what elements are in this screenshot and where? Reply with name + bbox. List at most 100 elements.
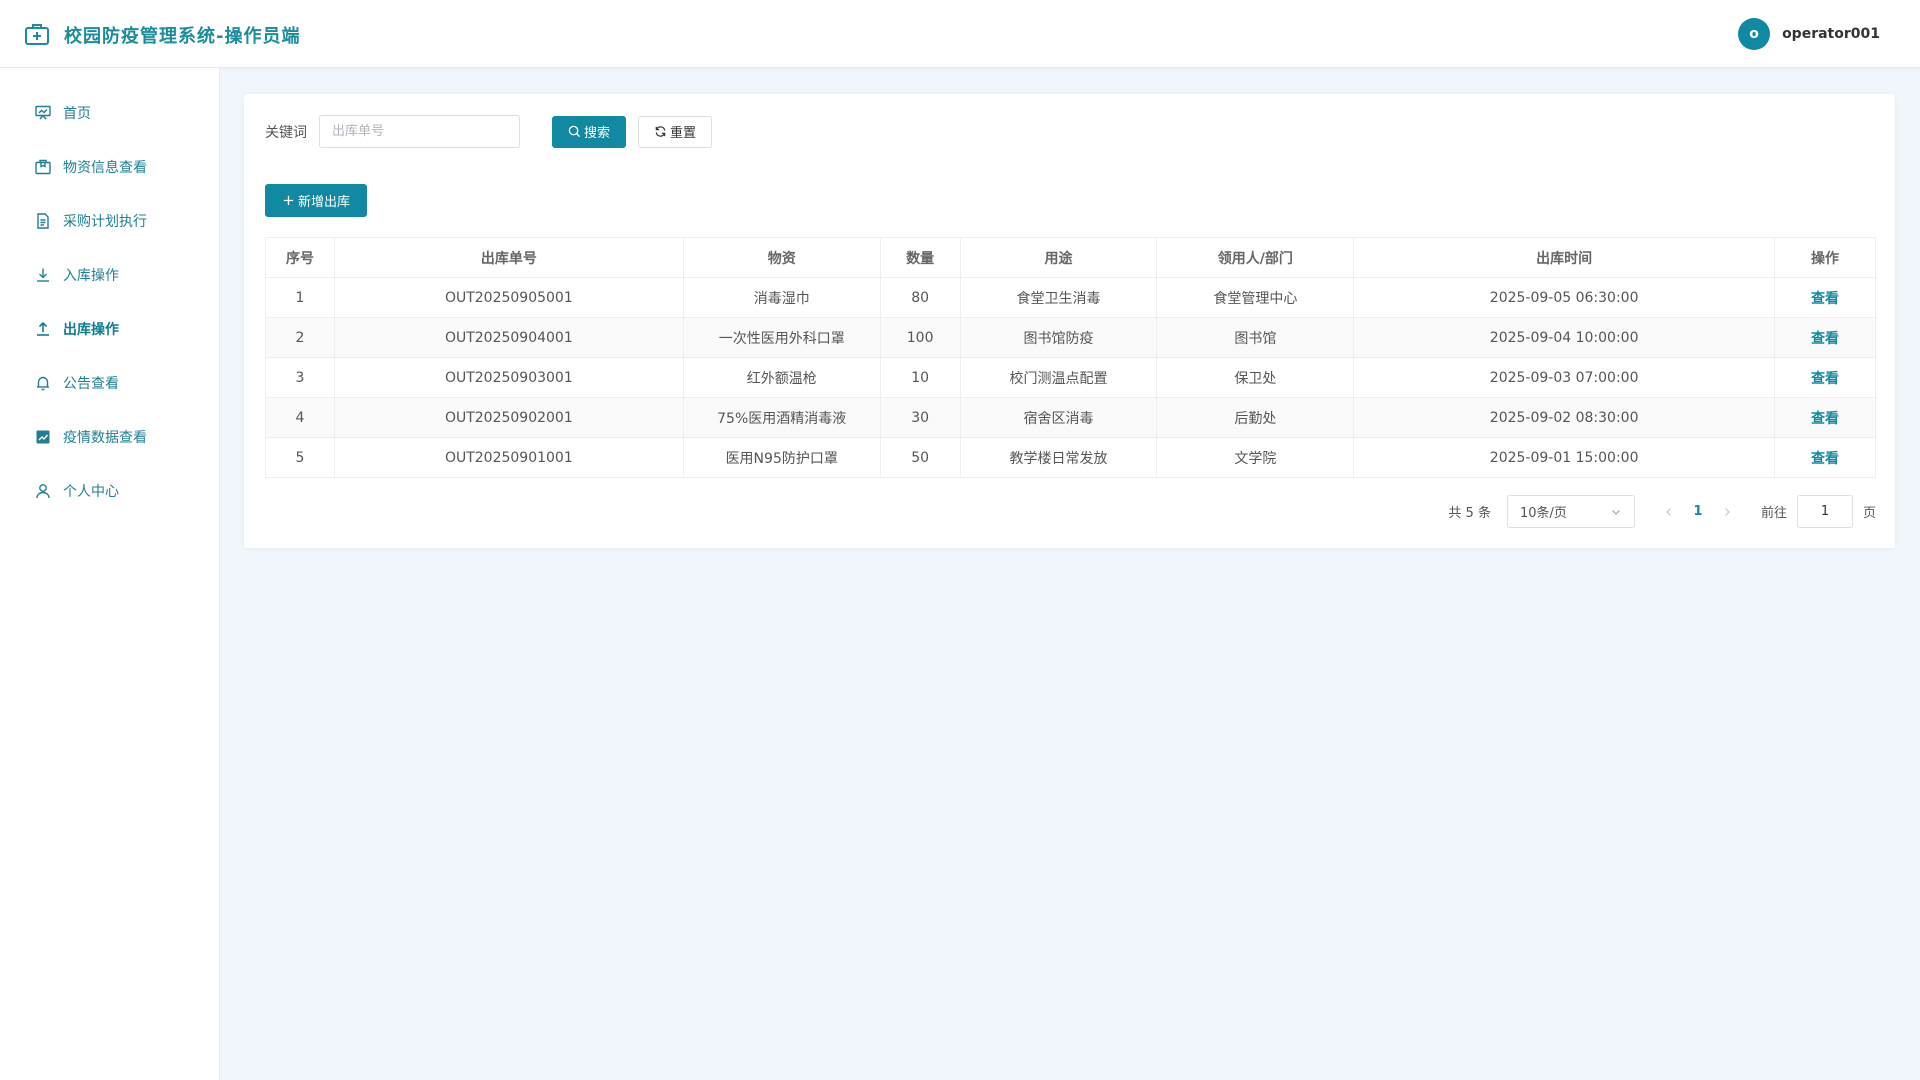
cell-receiver: 保卫处 [1156,357,1355,398]
sidebar-item-label: 公告查看 [63,376,119,392]
cell-time: 2025-09-03 07:00:00 [1353,357,1776,398]
sidebar-item-label: 疫情数据查看 [63,430,147,446]
cell-quantity: 50 [879,437,961,478]
column-header: 出库时间 [1353,237,1776,278]
sidebar-item-label: 入库操作 [63,268,119,284]
sidebar-item-home[interactable]: 首页 [0,86,219,140]
cell-time: 2025-09-05 06:30:00 [1353,277,1776,318]
column-header: 序号 [265,237,335,278]
view-link[interactable]: 查看 [1811,411,1839,427]
cell-purpose: 教学楼日常发放 [959,437,1158,478]
pagination: 共 5 条 10条/页 1 前往 页 [1448,495,1876,528]
user-icon [36,484,50,499]
cell-material: 医用N95防护口罩 [682,437,881,478]
refresh-icon [655,126,666,137]
next-page-button[interactable] [1713,498,1741,526]
cell-quantity: 30 [879,397,961,438]
cell-index: 1 [265,277,335,318]
search-bar: 关键词 搜索 重置 [265,115,712,148]
cell-quantity: 10 [879,357,961,398]
chevron-left-icon [1666,507,1671,516]
package-icon [35,159,51,175]
search-button-label: 搜索 [583,126,610,141]
reset-button[interactable]: 重置 [638,115,712,148]
sidebar-item-profile[interactable]: 个人中心 [0,464,219,518]
dashboard-icon [35,105,51,120]
cell-order-no: OUT20250903001 [333,357,684,398]
keyword-input[interactable] [319,115,520,148]
sidebar-item-outbound[interactable]: 出库操作 [0,302,219,356]
chart-icon [36,430,50,444]
table-row: 5 OUT20250901001 医用N95防护口罩 50 教学楼日常发放 文学… [265,437,1876,478]
cell-order-no: OUT20250902001 [333,397,684,438]
cell-order-no: OUT20250904001 [333,317,684,358]
top-header: 校园防疫管理系统-操作员端 o operator001 [0,0,1920,68]
medical-kit-icon [25,24,49,45]
sidebar-item-label: 采购计划执行 [63,214,147,230]
sidebar-item-inbound[interactable]: 入库操作 [0,248,219,302]
chevron-down-icon [1612,509,1620,515]
upload-icon [37,321,49,336]
column-header: 物资 [682,237,881,278]
cell-purpose: 图书馆防疫 [959,317,1158,358]
search-icon [568,125,581,138]
download-icon [37,268,49,282]
sidebar-item-label: 物资信息查看 [63,160,147,176]
username[interactable]: operator001 [1782,26,1880,42]
sidebar-item-label: 出库操作 [63,322,119,338]
cell-purpose: 宿舍区消毒 [959,397,1158,438]
cell-action: 查看 [1774,277,1876,318]
add-outbound-label: 新增出库 [297,195,350,210]
column-header: 领用人/部门 [1156,237,1355,278]
sidebar-item-materials[interactable]: 物资信息查看 [0,140,219,194]
page-number[interactable]: 1 [1683,498,1713,526]
view-link[interactable]: 查看 [1811,291,1839,307]
table-row: 3 OUT20250903001 红外额温枪 10 校门测温点配置 保卫处 20… [265,357,1876,398]
cell-receiver: 文学院 [1156,437,1355,478]
cell-action: 查看 [1774,437,1876,478]
cell-time: 2025-09-02 08:30:00 [1353,397,1776,438]
cell-purpose: 校门测温点配置 [959,357,1158,398]
outbound-table: 序号 出库单号 物资 数量 用途 领用人/部门 出库时间 操作 1 OUT202… [265,237,1876,478]
cell-index: 5 [265,437,335,478]
page-size-select[interactable]: 10条/页 [1506,495,1635,528]
sidebar-item-purchase[interactable]: 采购计划执行 [0,194,219,248]
chevron-right-icon [1725,507,1730,516]
sidebar: 首页 物资信息查看 采购计划执行 入库操作 出库操作 公告查看 疫情数据查看 个… [0,68,220,1080]
avatar[interactable]: o [1738,18,1771,50]
view-link[interactable]: 查看 [1811,451,1839,467]
cell-index: 4 [265,397,335,438]
cell-index: 3 [265,357,335,398]
column-header: 数量 [879,237,961,278]
sidebar-item-epidemic-data[interactable]: 疫情数据查看 [0,410,219,464]
view-link[interactable]: 查看 [1811,371,1839,387]
page-unit-label: 页 [1862,506,1876,521]
cell-order-no: OUT20250901001 [333,437,684,478]
column-header: 出库单号 [333,237,684,278]
cell-material: 红外额温枪 [682,357,881,398]
cell-time: 2025-09-01 15:00:00 [1353,437,1776,478]
reset-button-label: 重置 [669,126,696,141]
cell-purpose: 食堂卫生消毒 [959,277,1158,318]
sidebar-item-notices[interactable]: 公告查看 [0,356,219,410]
cell-index: 2 [265,317,335,358]
table-row: 4 OUT20250902001 75%医用酒精消毒液 30 宿舍区消毒 后勤处… [265,397,1876,438]
prev-page-button[interactable] [1655,498,1683,526]
view-link[interactable]: 查看 [1811,331,1839,347]
add-outbound-button[interactable]: 新增出库 [265,184,367,217]
cell-receiver: 图书馆 [1156,317,1355,358]
table-header-row: 序号 出库单号 物资 数量 用途 领用人/部门 出库时间 操作 [265,237,1876,278]
user-menu[interactable]: o operator001 [1738,18,1880,50]
bell-icon [37,376,49,391]
goto-page-input[interactable] [1796,495,1853,528]
cell-receiver: 后勤处 [1156,397,1355,438]
cell-quantity: 80 [879,277,961,318]
table-row: 1 OUT20250905001 消毒湿巾 80 食堂卫生消毒 食堂管理中心 2… [265,277,1876,318]
column-header: 操作 [1774,237,1876,278]
cell-receiver: 食堂管理中心 [1156,277,1355,318]
cell-material: 一次性医用外科口罩 [682,317,881,358]
cell-action: 查看 [1774,357,1876,398]
app-title: 校园防疫管理系统-操作员端 [64,26,301,47]
cell-action: 查看 [1774,397,1876,438]
search-button[interactable]: 搜索 [552,115,626,148]
